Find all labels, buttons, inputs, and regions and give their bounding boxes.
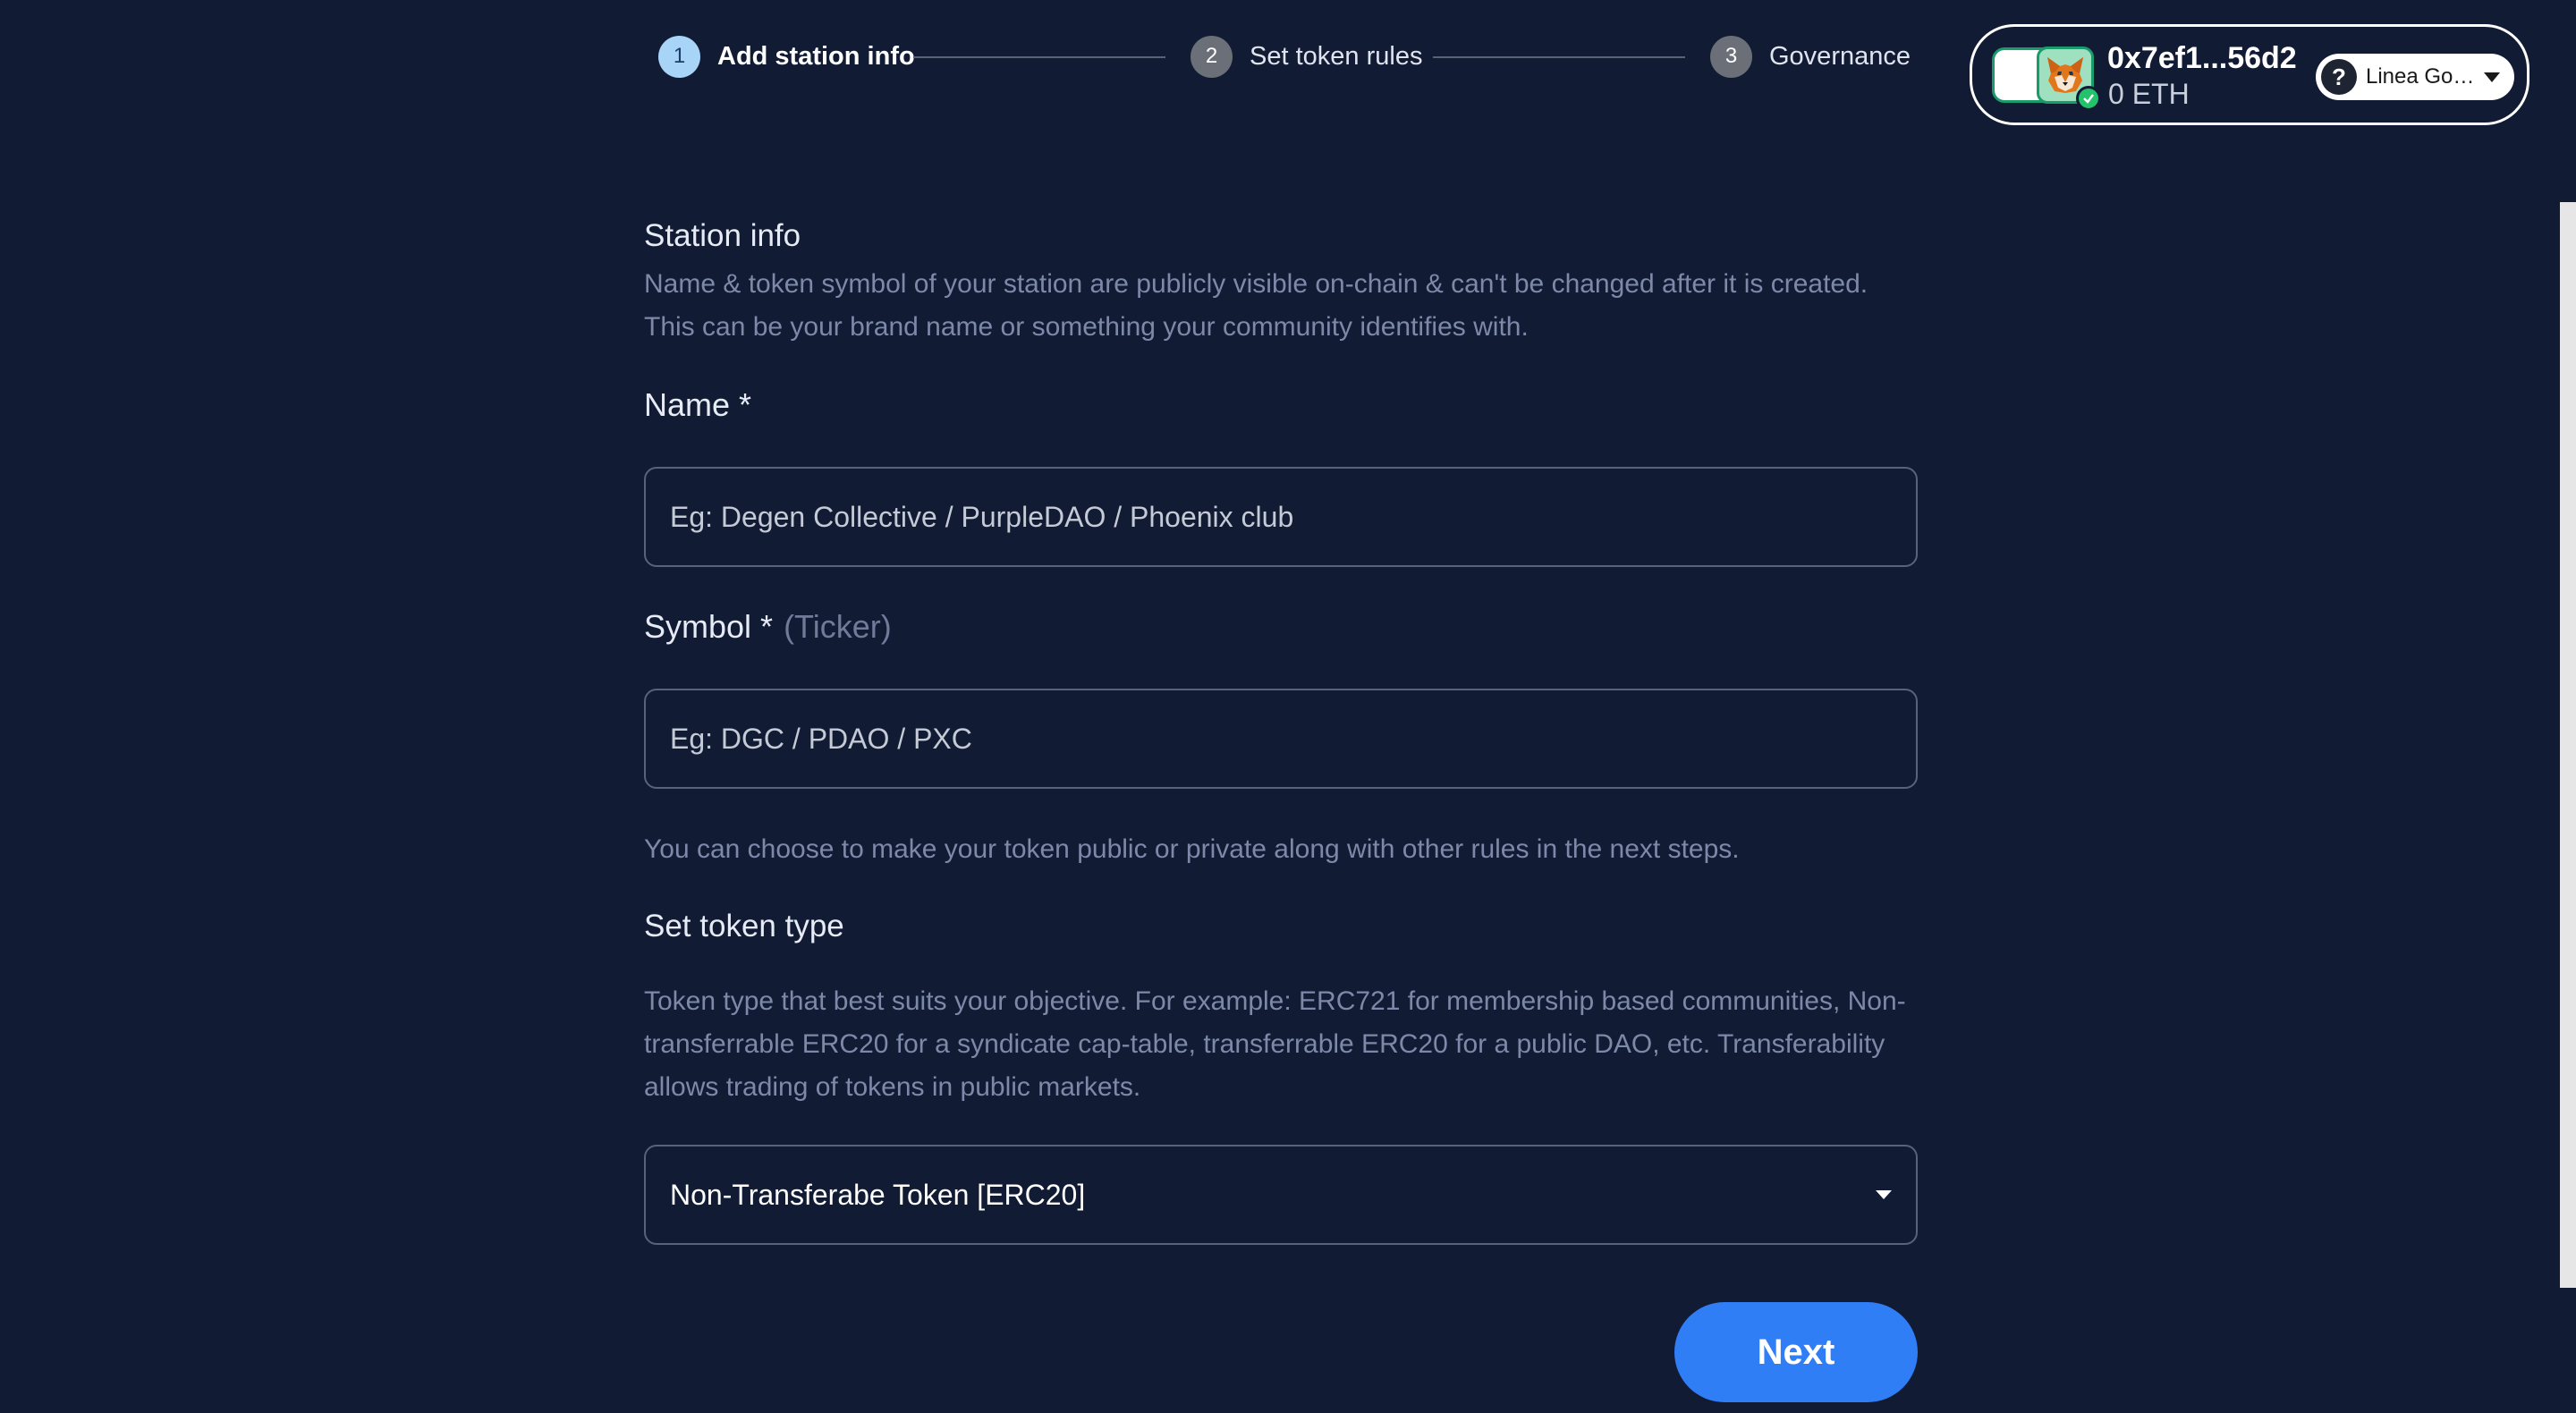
chevron-down-icon <box>1876 1190 1892 1199</box>
step-number-badge: 2 <box>1191 35 1233 78</box>
check-icon <box>2076 86 2101 111</box>
step-connector <box>913 56 1165 58</box>
token-type-title: Set token type <box>644 909 844 943</box>
symbol-helper-text: You can choose to make your token public… <box>644 834 1740 864</box>
network-selector[interactable]: ? Linea Goerli <box>2316 54 2514 100</box>
stepper: 1 Add station info 2 Set token rules 3 G… <box>658 34 1911 79</box>
wallet-address: 0x7ef1...56d2 <box>2107 41 2297 75</box>
wallet-balance: 0 ETH <box>2108 78 2190 110</box>
step-number-badge: 1 <box>658 35 700 78</box>
token-type-description: Token type that best suits your objectiv… <box>644 986 1906 1102</box>
step-label: Add station info <box>717 41 915 71</box>
next-button[interactable]: Next <box>1674 1302 1918 1402</box>
scrollbar[interactable] <box>2560 202 2576 1288</box>
step-number-badge: 3 <box>1710 35 1752 78</box>
step-add-station-info[interactable]: 1 Add station info <box>658 34 915 79</box>
help-icon: ? <box>2321 59 2357 95</box>
token-type-selected: Non-Transferabe Token [ERC20] <box>670 1178 1086 1211</box>
wallet-connect-pill[interactable]: 0x7ef1...56d2 0 ETH ? Linea Goerli <box>1970 24 2529 125</box>
step-connector <box>1433 56 1685 58</box>
symbol-sublabel: (Ticker) <box>784 608 892 645</box>
step-label: Governance <box>1769 41 1911 71</box>
token-type-select[interactable]: Non-Transferabe Token [ERC20] <box>644 1145 1918 1245</box>
network-label: Linea Goerli <box>2366 64 2479 89</box>
step-governance[interactable]: 3 Governance <box>1710 34 1911 79</box>
section-title: Station info <box>644 218 801 253</box>
step-label: Set token rules <box>1250 41 1423 71</box>
name-label: Name * <box>644 386 751 424</box>
chevron-down-icon <box>2484 72 2500 82</box>
symbol-input[interactable] <box>644 689 1918 789</box>
name-label-text: Name * <box>644 386 752 423</box>
symbol-label: Symbol * (Ticker) <box>644 608 892 646</box>
name-input[interactable] <box>644 467 1918 567</box>
section-description: Name & token symbol of your station are … <box>644 269 1868 342</box>
step-set-token-rules[interactable]: 2 Set token rules <box>1191 34 1422 79</box>
symbol-label-text: Symbol * <box>644 608 774 645</box>
